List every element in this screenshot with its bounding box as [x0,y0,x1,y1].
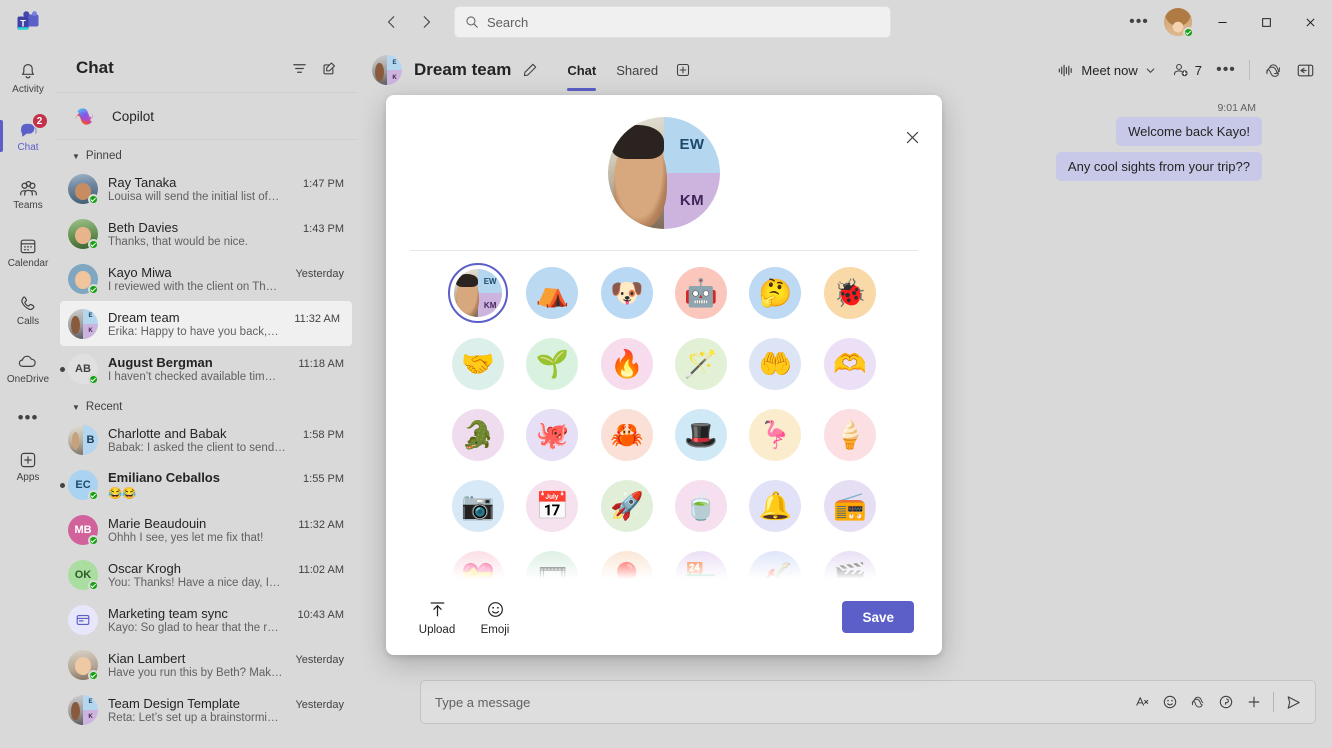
avatar-grid-container[interactable]: EW KM ⛺ 🐶 🤖 🤔 🐞 🤝 🌱 🔥 🪄 🤲 🫶 🐊 🐙 🦀 🎩 🦩 🍦 … [386,251,942,579]
avatar-option-thinking-face[interactable]: 🤔 [749,267,802,319]
avatar-initials-half: EW KM [664,116,720,229]
dog-icon: 🐶 [610,277,644,308]
save-button[interactable]: Save [842,601,914,633]
bell-icon: 🔔 [758,490,793,521]
teams-window: T Search ••• Activity 2 Chat Teams Calen… [0,0,1332,748]
dinosaur-icon: 🐊 [461,419,495,450]
avatar-option-bug[interactable]: 🐞 [823,267,876,319]
avatar-option-heart-hands[interactable]: 🫶 [823,338,876,390]
avatar-option-dinosaur[interactable]: 🐊 [452,409,505,461]
boombox-icon: 📻 [833,490,867,521]
avatar-option-ice-cream[interactable]: 🍦 [823,409,876,461]
hot-air-balloon-icon: 🎈 [610,561,644,579]
film-reel-icon: 🎞 [535,561,570,579]
camera-icon: 📷 [461,490,495,521]
avatar-option-bunny-in-hat[interactable]: 🎩 [675,409,728,461]
avatar-option-teacup[interactable]: 🍵 [675,480,728,532]
bunny-in-hat-icon: 🎩 [684,419,718,450]
avatar-option-camping[interactable]: ⛺ [526,267,579,319]
avatar-option-teamwork-hands[interactable]: 🤝 [452,338,505,390]
avatar-option-dog[interactable]: 🐶 [600,267,653,319]
avatar-option-film-reel[interactable]: 🎞 [526,551,579,579]
avatar-option-video-folder[interactable]: 🎬 [823,551,876,579]
avatar-option-magic-wand[interactable]: 🪄 [675,338,728,390]
avatar-option-handshake[interactable]: 🤲 [749,338,802,390]
emoji-button[interactable]: Emoji [466,598,524,636]
teamwork-hands-icon: 🤝 [461,348,495,379]
teacup-icon: 🍵 [684,490,718,521]
avatar-option-current-group-avatar[interactable]: EW KM [448,263,509,323]
avatar-grid: EW KM ⛺ 🐶 🤖 🤔 🐞 🤝 🌱 🔥 🪄 🤲 🫶 🐊 🐙 🦀 🎩 🦩 🍦 … [441,263,887,579]
upload-icon [428,598,447,620]
guitar-icon: 🎸 [758,561,793,579]
avatar-option-leaf-in-hand[interactable]: 🌱 [526,338,579,390]
avatar-photo-half [608,116,668,229]
avatar-initial-top: EW [664,116,720,173]
octopus-icon: 🐙 [535,419,570,450]
robot-icon: 🤖 [684,277,718,308]
emoji-label: Emoji [480,624,510,636]
emoji-icon [486,598,505,620]
avatar-option-guitar[interactable]: 🎸 [749,551,802,579]
avatar-option-rocket[interactable]: 🚀 [600,480,653,532]
bug-icon: 🐞 [833,277,867,308]
avatar-option-hot-air-balloon[interactable]: 🎈 [600,551,653,579]
avatar-option-camera[interactable]: 📷 [452,480,505,532]
avatar-option-robot[interactable]: 🤖 [675,267,728,319]
flame-in-hands-icon: 🔥 [610,348,644,379]
avatar-option-flamingo[interactable]: 🦩 [749,409,802,461]
dialog-footer: Upload Emoji Save [386,579,942,655]
rocket-icon: 🚀 [610,490,644,521]
ice-cream-icon: 🍦 [833,419,867,450]
avatar-option-crab[interactable]: 🦀 [600,409,653,461]
leaf-in-hand-icon: 🌱 [535,348,570,379]
magic-wand-icon: 🪄 [684,348,718,379]
handshake-icon: 🤲 [758,348,793,379]
avatar-picker-dialog: EW KM EW KM ⛺ � [386,95,942,655]
calendar-icon: 📅 [535,490,570,521]
camping-icon: ⛺ [535,277,570,308]
avatar-option-bell[interactable]: 🔔 [749,480,802,532]
video-folder-icon: 🎬 [833,561,867,579]
avatar-option-heart[interactable]: 💝 [452,551,505,579]
avatar-initial-bottom: KM [664,172,720,229]
close-icon[interactable] [896,121,928,153]
avatar-option-flame-in-hands[interactable]: 🔥 [600,338,653,390]
heart-icon: 💝 [461,561,495,579]
avatar-option-boombox[interactable]: 📻 [823,480,876,532]
avatar-option-storefront[interactable]: 🏪 [675,551,728,579]
avatar-option-calendar[interactable]: 📅 [526,480,579,532]
upload-button[interactable]: Upload [408,598,466,636]
avatar: EW KM [608,116,720,229]
crab-icon: 🦀 [610,419,644,450]
avatar-option-octopus[interactable]: 🐙 [526,409,579,461]
storefront-icon: 🏪 [684,561,718,579]
thinking-face-icon: 🤔 [758,277,793,308]
current-avatar-preview: EW KM [386,95,942,250]
upload-label: Upload [418,624,456,636]
heart-hands-icon: 🫶 [833,348,867,379]
flamingo-icon: 🦩 [758,419,793,450]
